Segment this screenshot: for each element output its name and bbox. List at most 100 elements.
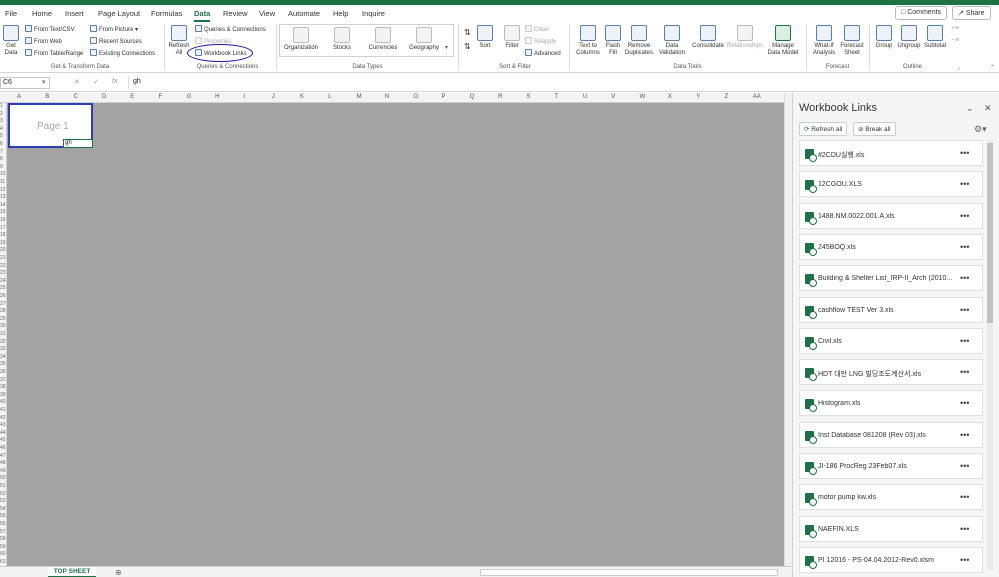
column-header[interactable]: T [555,94,559,100]
column-header[interactable]: S [526,94,530,100]
row-header[interactable]: 47 [0,453,6,459]
row-header[interactable]: 4 [0,126,3,132]
more-options-icon[interactable]: ••• [960,211,969,221]
row-header[interactable]: 10 [0,171,6,177]
sort-button[interactable]: Sort [476,25,494,50]
column-header[interactable]: R [498,94,502,100]
column-header[interactable]: J [272,94,275,100]
row-header[interactable]: 3 [0,118,3,124]
datatype-organization[interactable]: Organization [282,27,320,52]
refresh-all-links-button[interactable]: ⟳ Refresh all [799,122,848,136]
row-header[interactable]: 18 [0,232,6,238]
tab-view[interactable]: View [259,9,275,18]
row-header[interactable]: 12 [0,187,6,193]
row-header[interactable]: 42 [0,415,6,421]
row-header[interactable]: 1 [0,103,3,109]
remove-duplicates-button[interactable]: Remove Duplicates [625,25,653,57]
more-options-icon[interactable]: ••• [960,398,969,408]
row-header[interactable]: 43 [0,422,6,428]
link-item[interactable]: JI-186 ProcReg 23Feb07.xls ••• [799,453,983,479]
column-header[interactable]: G [187,94,192,100]
column-header[interactable]: V [611,94,615,100]
row-header[interactable]: 41 [0,407,6,413]
dialog-launcher-icon[interactable]: ⌟ [957,64,960,71]
row-header[interactable]: 49 [0,468,6,474]
tab-home[interactable]: Home [32,9,52,18]
row-header[interactable]: 13 [0,194,6,200]
row-header[interactable]: 50 [0,475,6,481]
collapse-ribbon-icon[interactable]: ⌃ [990,64,995,71]
sort-za-icon[interactable]: ⇅ [464,42,471,51]
more-options-icon[interactable]: ••• [960,148,969,158]
column-header[interactable]: AA [753,94,761,100]
tab-help[interactable]: Help [333,9,348,18]
row-header[interactable]: 55 [0,513,6,519]
more-options-icon[interactable]: ••• [960,179,969,189]
clear-filter-button[interactable]: Clear [525,25,548,33]
filter-button[interactable]: Filter [502,25,522,50]
row-header[interactable]: 59 [0,544,6,550]
link-item[interactable]: PI 12016 - PS-04.04.2012-Rev0.xlsm ••• [799,546,983,573]
from-text-csv-button[interactable]: From Text/CSV [25,25,75,33]
ungroup-button[interactable]: Ungroup [896,25,922,50]
row-header[interactable]: 48 [0,460,6,466]
datatype-stocks[interactable]: Stocks [325,27,359,52]
column-header[interactable]: W [640,94,646,100]
row-header[interactable]: 8 [0,156,3,162]
relationships-button[interactable]: Relationships [726,25,764,50]
row-header[interactable]: 16 [0,217,6,223]
get-data-button[interactable]: Get Data [2,25,20,57]
link-item[interactable]: 245BOQ.xls ••• [799,233,983,260]
existing-connections-button[interactable]: Existing Connections [90,49,155,57]
horizontal-scrollbar[interactable] [480,569,778,576]
datatype-currencies[interactable]: Currencies [364,27,402,52]
row-header[interactable]: 27 [0,301,6,307]
forecast-sheet-button[interactable]: Forecast Sheet [839,25,865,57]
more-options-icon[interactable]: ••• [960,555,969,565]
text-to-columns-button[interactable]: Text to Columns [573,25,603,57]
row-header[interactable]: 36 [0,369,6,375]
tab-insert[interactable]: Insert [65,9,84,18]
tab-inquire[interactable]: Inquire [362,9,385,18]
close-icon[interactable]: ✕ [984,103,992,114]
row-header[interactable]: 56 [0,521,6,527]
tab-file[interactable]: File [5,9,17,18]
row-header[interactable]: 54 [0,506,6,512]
row-header[interactable]: 57 [0,529,6,535]
row-header[interactable]: 25 [0,285,6,291]
row-header[interactable]: 24 [0,278,6,284]
pane-scrollbar[interactable] [987,140,993,570]
link-item[interactable]: cashflow TEST Ver 3.xls ••• [799,296,983,323]
row-header[interactable]: 52 [0,491,6,497]
more-options-icon[interactable]: ••• [960,524,969,534]
sort-az-icon[interactable]: ⇅ [464,28,471,37]
row-header[interactable]: 26 [0,293,6,299]
from-table-range-button[interactable]: From Table/Range [25,49,83,57]
share-button[interactable]: ↗ Share [952,6,991,20]
more-options-icon[interactable]: ••• [960,492,969,502]
subtotal-button[interactable]: Subtotal [922,25,948,50]
link-item[interactable]: Civil.xls ••• [799,327,983,354]
row-header[interactable]: 29 [0,316,6,322]
what-if-analysis-button[interactable]: What-If Analysis [810,25,838,57]
row-header[interactable]: 45 [0,437,6,443]
row-header[interactable]: 44 [0,430,6,436]
recent-sources-button[interactable]: Recent Sources [90,37,142,45]
row-header[interactable]: 51 [0,483,6,489]
link-item[interactable]: Building & Shelter List_IRP-II_Arch (201… [799,265,983,292]
link-item[interactable]: 1488.NM.0022.001.A.xls ••• [799,202,983,229]
more-options-icon[interactable]: ••• [960,461,969,471]
consolidate-button[interactable]: Consolidate [691,25,725,50]
gear-icon[interactable]: ⚙▾ [974,124,987,135]
flash-fill-button[interactable]: Flash Fill [603,25,623,57]
row-header[interactable]: 14 [0,202,6,208]
column-header[interactable]: Z [725,94,729,100]
column-header[interactable]: C [74,94,78,100]
datatype-geography[interactable]: Geography [406,27,442,52]
link-item[interactable]: HDT 대만 LNG 빌딩조도계산서.xls ••• [799,359,983,386]
row-header[interactable]: 37 [0,377,6,383]
from-picture-button[interactable]: From Picture ▾ [90,25,138,33]
row-header[interactable]: 9 [0,164,3,170]
link-item[interactable]: motor pump kw.xls ••• [799,484,983,511]
row-header[interactable]: 61 [0,559,6,565]
